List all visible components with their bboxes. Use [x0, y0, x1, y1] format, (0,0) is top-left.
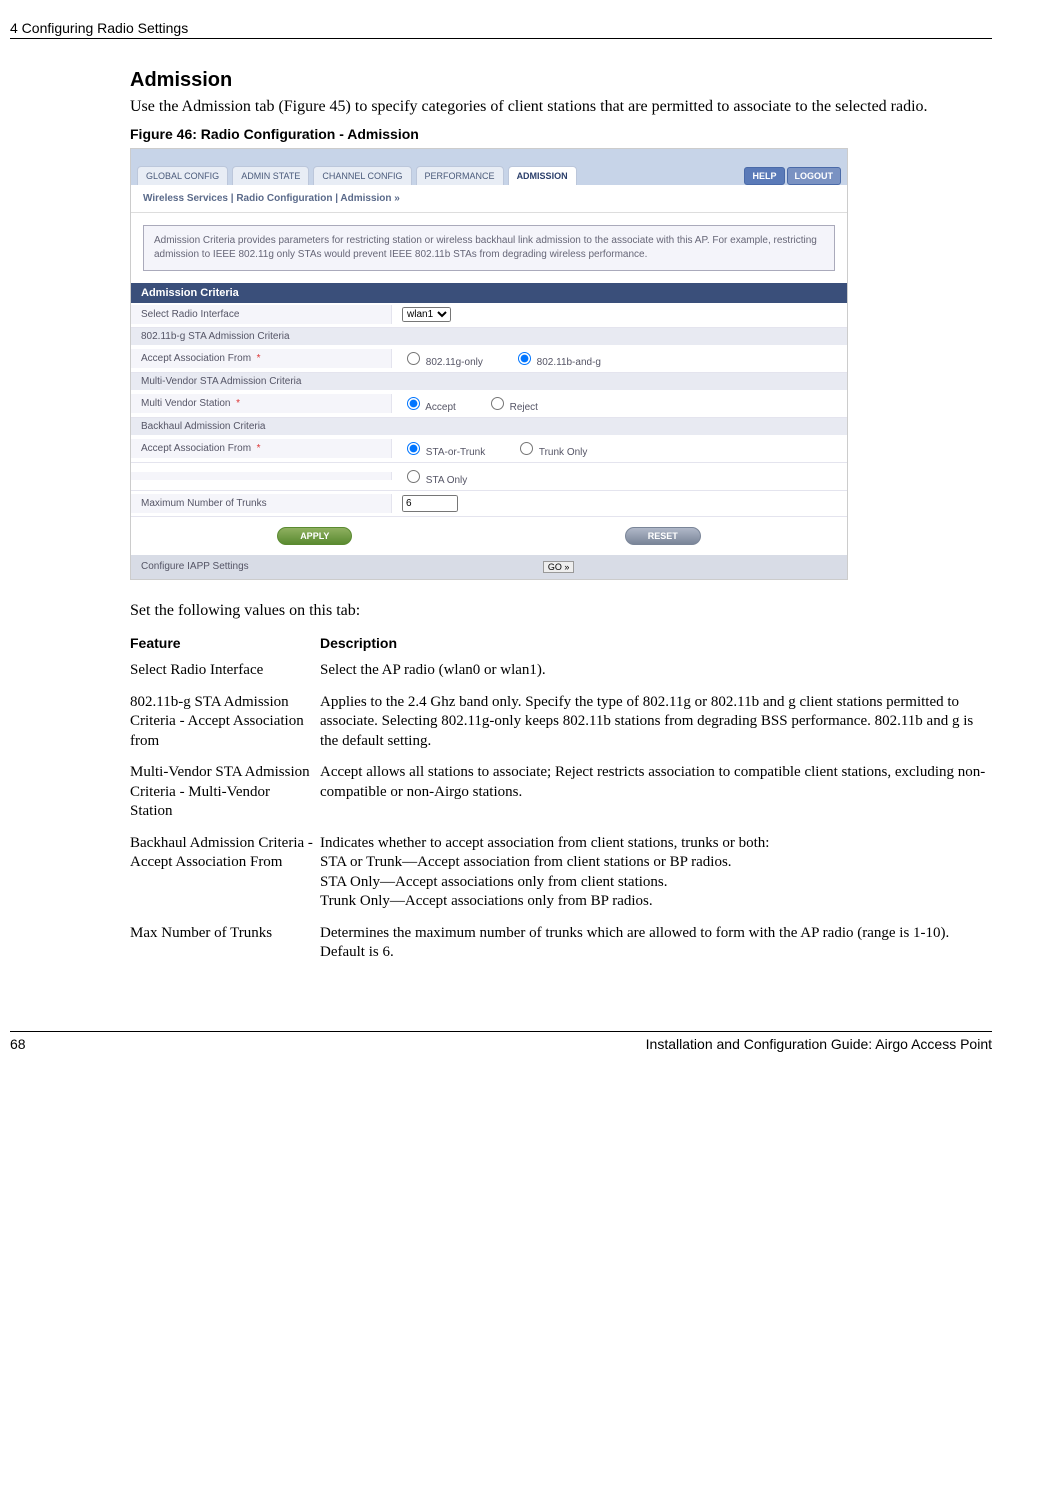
table-row: Select Radio InterfaceSelect the AP radi… [130, 657, 992, 689]
description-cell: Select the AP radio (wlan0 or wlan1). [320, 657, 992, 689]
select-radio-interface[interactable]: wlan1 [402, 307, 451, 322]
feature-cell: 802.11b-g STA Admission Criteria - Accep… [130, 689, 320, 760]
tab-channel-config[interactable]: CHANNEL CONFIG [313, 166, 411, 185]
apply-button[interactable]: APPLY [277, 527, 352, 545]
feature-cell: Select Radio Interface [130, 657, 320, 689]
chapter-label: 4 Configuring Radio Settings [10, 20, 188, 36]
breadcrumb: Wireless Services | Radio Configuration … [131, 185, 847, 213]
input-max-trunks[interactable] [402, 495, 458, 512]
subheader-multivendor: Multi-Vendor STA Admission Criteria [131, 373, 847, 390]
label-max-trunks: Maximum Number of Trunks [131, 494, 392, 513]
figure-caption: Figure 46: Radio Configuration - Admissi… [130, 126, 992, 142]
set-values-text: Set the following values on this tab: [130, 600, 992, 622]
section-title: Admission [130, 69, 992, 92]
label-multi-vendor: Multi Vendor Station * [131, 394, 392, 413]
feature-cell: Multi-Vendor STA Admission Criteria - Mu… [130, 759, 320, 830]
label-accept-association: Accept Association From * [131, 349, 392, 368]
radio-accept[interactable]: Accept [402, 394, 456, 413]
radio-sta-or-trunk[interactable]: STA-or-Trunk [402, 439, 485, 458]
go-button[interactable]: GO » [543, 561, 575, 573]
criteria-header: Admission Criteria [131, 283, 847, 303]
table-row: 802.11b-g STA Admission Criteria - Accep… [130, 689, 992, 760]
description-cell: Determines the maximum number of trunks … [320, 920, 992, 971]
tab-global-config[interactable]: GLOBAL CONFIG [137, 166, 228, 185]
radio-reject[interactable]: Reject [486, 394, 538, 413]
reset-button[interactable]: RESET [625, 527, 701, 545]
feature-cell: Max Number of Trunks [130, 920, 320, 971]
description-cell: Accept allows all stations to associate;… [320, 759, 992, 830]
table-row: Multi-Vendor STA Admission Criteria - Mu… [130, 759, 992, 830]
subheader-backhaul: Backhaul Admission Criteria [131, 418, 847, 435]
radio-sta-only[interactable]: STA Only [402, 467, 467, 486]
help-button[interactable]: HELP [744, 167, 784, 185]
th-feature: Feature [130, 631, 320, 657]
feature-cell: Backhaul Admission Criteria - Accept Ass… [130, 830, 320, 920]
table-row: Backhaul Admission Criteria - Accept Ass… [130, 830, 992, 920]
tab-performance[interactable]: PERFORMANCE [416, 166, 504, 185]
radio-80211g-only[interactable]: 802.11g-only [402, 349, 483, 368]
info-box: Admission Criteria provides parameters f… [143, 225, 835, 271]
page-number: 68 [10, 1036, 26, 1052]
section-intro: Use the Admission tab (Figure 45) to spe… [130, 96, 992, 118]
description-cell: Applies to the 2.4 Ghz band only. Specif… [320, 689, 992, 760]
subheader-80211bg: 802.11b-g STA Admission Criteria [131, 328, 847, 345]
tab-admission[interactable]: ADMISSION [508, 166, 577, 185]
tab-bar: GLOBAL CONFIG ADMIN STATE CHANNEL CONFIG… [131, 149, 847, 185]
description-cell: Indicates whether to accept association … [320, 830, 992, 920]
screenshot-panel: GLOBAL CONFIG ADMIN STATE CHANNEL CONFIG… [130, 148, 848, 580]
footer-title: Installation and Configuration Guide: Ai… [646, 1036, 992, 1052]
label-select-radio: Select Radio Interface [131, 305, 392, 324]
radio-trunk-only[interactable]: Trunk Only [515, 439, 587, 458]
th-description: Description [320, 631, 992, 657]
description-table: Feature Description Select Radio Interfa… [130, 631, 992, 971]
label-iapp: Configure IAPP Settings [141, 561, 249, 572]
table-row: Max Number of TrunksDetermines the maxim… [130, 920, 992, 971]
tab-admin-state[interactable]: ADMIN STATE [232, 166, 309, 185]
logout-button[interactable]: LOGOUT [787, 167, 842, 185]
radio-80211b-and-g[interactable]: 802.11b-and-g [513, 349, 601, 368]
label-backhaul-accept: Accept Association From * [131, 439, 392, 458]
